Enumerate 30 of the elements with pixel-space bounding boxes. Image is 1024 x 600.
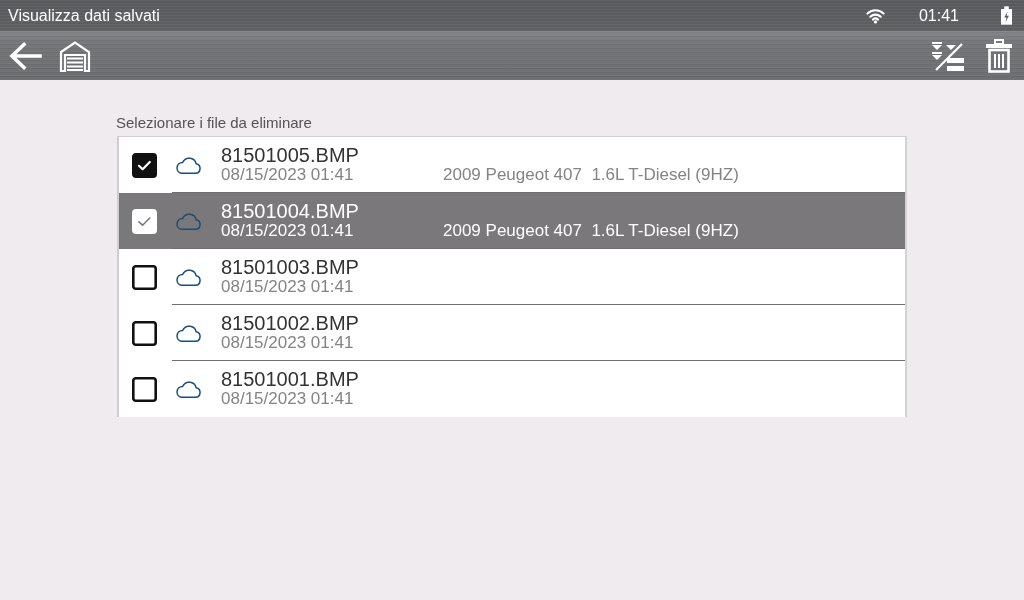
cloud-icon xyxy=(175,266,202,287)
file-name: 81501005.BMP xyxy=(221,143,359,166)
cloud-icon xyxy=(175,379,202,399)
file-row[interactable]: 81501004.BMP 08/15/2023 01:41 2009 Peugeot 407 1.6L T-Diesel (9HZ) xyxy=(119,193,905,249)
back-arrow-icon[interactable] xyxy=(8,40,42,71)
checkbox[interactable] xyxy=(132,376,157,402)
file-name: 81501002.BMP xyxy=(221,311,359,334)
file-date: 08/15/2023 01:41 xyxy=(221,165,354,184)
vehicle-info: 2009 Peugeot 407 1.6L T-Diesel (9HZ) xyxy=(443,165,739,184)
battery-charging-icon xyxy=(1001,6,1012,25)
cloud-icon xyxy=(175,210,202,231)
file-name: 81501003.BMP xyxy=(221,255,359,278)
instruction-text: Selezionare i file da eliminare xyxy=(116,114,312,132)
file-name: 81501001.BMP xyxy=(221,368,359,390)
file-name: 81501004.BMP xyxy=(221,199,359,222)
window-title: Visualizza dati salvati xyxy=(8,6,160,25)
cloud-icon xyxy=(175,322,202,343)
checkbox[interactable] xyxy=(132,320,157,346)
wifi-icon xyxy=(865,7,885,24)
checkbox[interactable] xyxy=(132,152,157,178)
file-date: 08/15/2023 01:41 xyxy=(221,333,354,352)
file-date: 08/15/2023 01:41 xyxy=(221,277,354,296)
cloud-icon xyxy=(175,154,202,175)
vehicle-info: 2009 Peugeot 407 1.6L T-Diesel (9HZ) xyxy=(443,221,739,240)
file-date: 08/15/2023 01:41 xyxy=(221,390,354,408)
garage-home-icon[interactable] xyxy=(58,38,92,73)
clock-time: 01:41 xyxy=(918,6,959,25)
checkbox[interactable] xyxy=(132,264,157,290)
trash-icon[interactable] xyxy=(985,38,1013,73)
file-date: 08/15/2023 01:41 xyxy=(221,221,354,240)
